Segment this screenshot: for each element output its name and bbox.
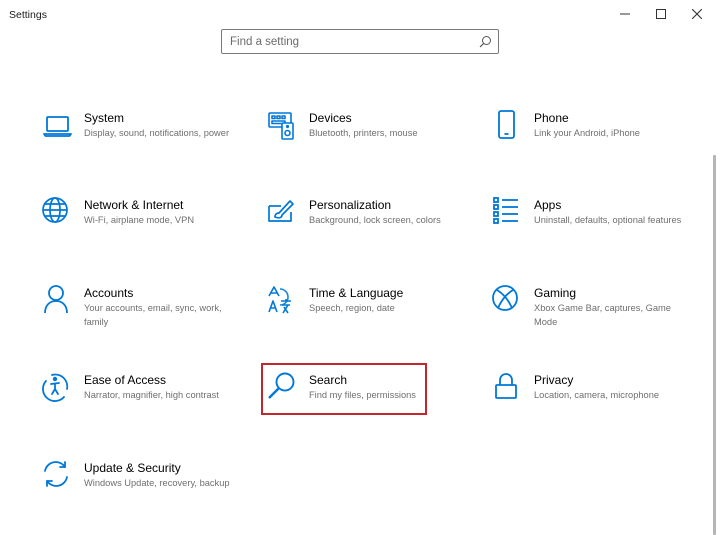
category-label: Phone — [534, 111, 569, 125]
search-icon[interactable] — [479, 35, 492, 48]
category-label: Time & Language — [309, 286, 404, 300]
category-label: Personalization — [309, 198, 392, 212]
sync-icon — [42, 460, 74, 492]
paint-brush-icon — [267, 197, 299, 229]
category-privacy[interactable]: Privacy Location, camera, microphone — [492, 372, 697, 442]
category-system[interactable]: System Display, sound, notifications, po… — [42, 110, 247, 180]
language-icon — [267, 285, 299, 317]
category-accounts[interactable]: Accounts Your accounts, email, sync, wor… — [42, 285, 247, 355]
category-label: Devices — [309, 111, 352, 125]
category-label: Privacy — [534, 373, 574, 387]
xbox-icon — [492, 285, 524, 317]
maximize-icon — [656, 9, 666, 19]
category-devices[interactable]: Devices Bluetooth, printers, mouse — [267, 110, 472, 180]
category-label: Search — [309, 373, 348, 387]
category-description: Your accounts, email, sync, work, family — [84, 303, 222, 327]
category-label: Network & Internet — [84, 198, 184, 212]
category-label: Apps — [534, 198, 562, 212]
category-label: Ease of Access — [84, 373, 167, 387]
minimize-button[interactable] — [608, 0, 642, 28]
laptop-icon — [42, 110, 74, 142]
category-description: Location, camera, microphone — [534, 390, 660, 400]
search-icon — [267, 372, 299, 404]
minimize-icon — [620, 13, 630, 15]
category-label: Update & Security — [84, 461, 181, 475]
search-box[interactable] — [221, 29, 499, 54]
category-time-language[interactable]: Time & Language Speech, region, date — [267, 285, 472, 355]
category-description: Background, lock screen, colors — [309, 215, 441, 225]
category-description: Bluetooth, printers, mouse — [309, 128, 418, 138]
title-bar: Settings — [0, 0, 720, 28]
category-ease-of-access[interactable]: Ease of Access Narrator, magnifier, high… — [42, 372, 247, 442]
category-network-internet[interactable]: Network & Internet Wi-Fi, airplane mode,… — [42, 197, 247, 267]
category-search[interactable]: Search Find my files, permissions — [267, 372, 472, 442]
category-phone[interactable]: Phone Link your Android, iPhone — [492, 110, 697, 180]
category-label: Gaming — [534, 286, 577, 300]
category-description: Speech, region, date — [309, 303, 395, 313]
globe-icon — [42, 197, 74, 229]
category-gaming[interactable]: Gaming Xbox Game Bar, captures, Game Mod… — [492, 285, 697, 355]
close-button[interactable] — [680, 0, 714, 28]
category-label: Accounts — [84, 286, 134, 300]
person-icon — [42, 285, 74, 317]
category-description: Narrator, magnifier, high contrast — [84, 390, 219, 400]
search-input[interactable] — [222, 30, 472, 53]
category-description: Xbox Game Bar, captures, Game Mode — [534, 303, 671, 327]
category-description: Link your Android, iPhone — [534, 128, 640, 138]
maximize-button[interactable] — [644, 0, 678, 28]
ease-of-access-icon — [42, 372, 74, 404]
category-personalization[interactable]: Personalization Background, lock screen,… — [267, 197, 472, 267]
category-description: Windows Update, recovery, backup — [84, 478, 230, 488]
apps-list-icon — [492, 197, 524, 229]
category-description: Wi-Fi, airplane mode, VPN — [84, 215, 195, 225]
category-description: Uninstall, defaults, optional features — [534, 215, 682, 225]
close-icon — [692, 9, 702, 19]
category-description: Display, sound, notifications, power — [84, 128, 230, 138]
category-update-security[interactable]: Update & Security Windows Update, recove… — [42, 460, 247, 530]
keyboard-devices-icon — [267, 110, 299, 142]
window-title: Settings — [9, 9, 47, 21]
lock-icon — [492, 372, 524, 404]
category-apps[interactable]: Apps Uninstall, defaults, optional featu… — [492, 197, 697, 267]
scrollbar[interactable] — [713, 155, 716, 535]
category-description: Find my files, permissions — [309, 390, 416, 400]
category-label: System — [84, 111, 125, 125]
phone-icon — [492, 110, 524, 142]
